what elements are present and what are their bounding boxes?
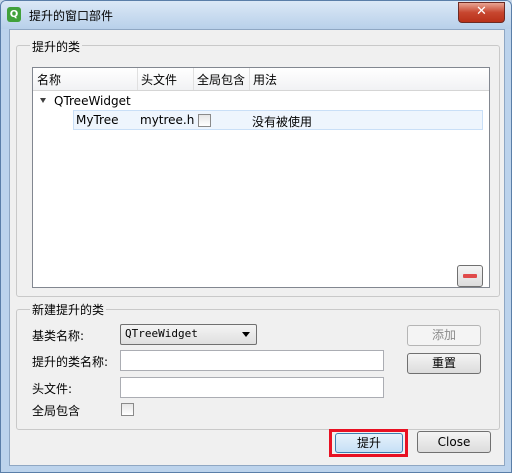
column-separator[interactable] <box>249 68 250 90</box>
column-header-header-file[interactable]: 头文件 <box>141 71 177 88</box>
promoted-class-name-label: 提升的类名称: <box>32 355 109 369</box>
base-class-value: QTreeWidget <box>125 327 198 340</box>
new-promoted-class-group-title: 新建提升的类 <box>30 301 107 318</box>
dialog-client-area: 提升的类 名称 头文件 全局包含 用法 QTreeWidget MyTree m… <box>9 29 505 466</box>
qt-app-icon: Q <box>7 7 21 22</box>
tree-row-parent[interactable]: QTreeWidget <box>33 92 489 110</box>
tree-item-usage: 没有被使用 <box>252 115 313 129</box>
base-class-combobox[interactable]: QTreeWidget <box>120 324 257 345</box>
global-include-label: 全局包含 <box>32 404 81 418</box>
tree-item-name: QTreeWidget <box>54 94 131 108</box>
reset-button[interactable]: 重置 <box>407 353 481 374</box>
header-file-input[interactable] <box>120 377 384 398</box>
promoted-classes-group-title: 提升的类 <box>30 38 83 55</box>
header-file-label: 头文件: <box>32 382 73 396</box>
tree-header: 名称 头文件 全局包含 用法 <box>33 68 489 91</box>
column-separator[interactable] <box>137 68 138 90</box>
window-title: 提升的窗口部件 <box>29 9 114 23</box>
add-button[interactable]: 添加 <box>407 325 481 346</box>
column-header-usage[interactable]: 用法 <box>253 71 277 88</box>
promoted-class-name-input[interactable] <box>120 350 384 371</box>
window-close-button[interactable]: ✕ <box>458 2 505 23</box>
promoted-classes-tree[interactable]: 名称 头文件 全局包含 用法 QTreeWidget MyTree mytree… <box>32 67 490 288</box>
column-separator[interactable] <box>193 68 194 90</box>
column-header-name[interactable]: 名称 <box>37 71 61 88</box>
global-include-checkbox[interactable] <box>121 403 134 416</box>
chevron-down-icon <box>242 332 250 337</box>
minus-icon <box>463 274 477 278</box>
tree-item-header-file: mytree.h <box>140 113 195 127</box>
tree-item-global-include-checkbox[interactable] <box>198 114 211 127</box>
tree-row-child[interactable]: MyTree mytree.h 没有被使用 <box>73 110 483 130</box>
promote-button[interactable]: 提升 <box>335 433 403 453</box>
tree-item-name: MyTree <box>76 113 119 127</box>
collapse-arrow-icon[interactable] <box>40 98 46 103</box>
base-class-label: 基类名称: <box>32 329 85 343</box>
close-button[interactable]: Close <box>417 431 491 453</box>
title-bar[interactable]: Q 提升的窗口部件 ✕ <box>1 1 511 29</box>
column-header-global-include[interactable]: 全局包含 <box>197 71 245 88</box>
promoted-widgets-dialog: Q 提升的窗口部件 ✕ 提升的类 名称 头文件 全局包含 用法 QTreeWid… <box>0 0 512 473</box>
remove-class-button[interactable] <box>457 265 483 287</box>
